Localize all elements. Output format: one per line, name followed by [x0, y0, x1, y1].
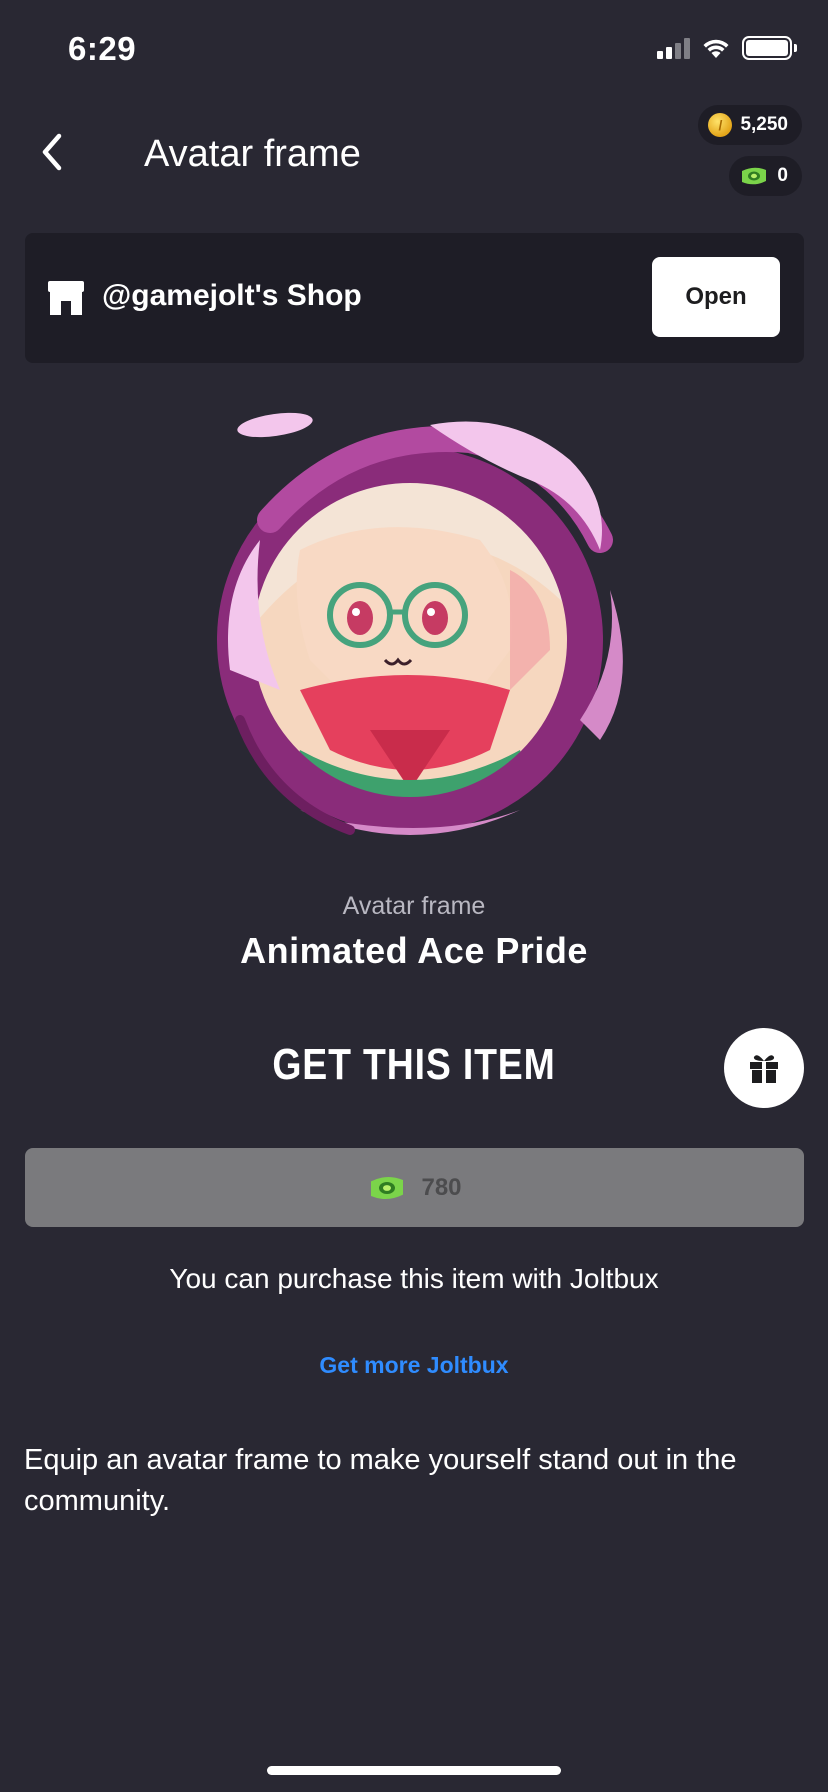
open-shop-button[interactable]: Open [652, 257, 780, 337]
screen: 6:29 Avatar frame / 5,250 0 @gamejolt's … [0, 0, 828, 1792]
home-indicator[interactable] [267, 1766, 561, 1775]
joltbux-icon [742, 167, 767, 185]
wifi-icon [703, 39, 729, 58]
item-price: 780 [421, 1173, 462, 1201]
get-more-joltbux-link[interactable]: Get more Joltbux [0, 1352, 828, 1379]
item-name: Animated Ace Pride [240, 930, 588, 971]
joltbux-balance[interactable]: 0 [729, 156, 802, 196]
get-item-heading: GET THIS ITEM [272, 1040, 556, 1089]
gift-icon [750, 1055, 778, 1083]
purchase-note: You can purchase this item with Joltbux [169, 1263, 659, 1294]
item-type-label: Avatar frame [342, 892, 486, 920]
coin-icon: / [708, 113, 733, 137]
shop-name: @gamejolt's Shop [102, 279, 362, 312]
signal-icon [657, 37, 690, 59]
status-icons [657, 36, 797, 60]
back-arrow-icon [42, 133, 62, 171]
coin-amount: 5,250 [740, 114, 788, 135]
coin-balance[interactable]: / 5,250 [698, 105, 802, 145]
item-description: Equip an avatar frame to make yourself s… [24, 1444, 737, 1517]
battery-icon [742, 36, 797, 60]
gift-button[interactable] [724, 1028, 804, 1108]
page-title: Avatar frame [144, 133, 361, 175]
shop-icon [48, 281, 84, 315]
back-button[interactable] [22, 122, 82, 182]
avatar-frame-preview [217, 412, 623, 835]
joltbux-amount: 0 [777, 165, 788, 186]
status-time: 6:29 [68, 30, 137, 67]
joltbux-icon [371, 1176, 404, 1199]
shop-bar: @gamejolt's Shop Open [25, 233, 804, 363]
buy-with-joltbux-button[interactable]: 780 [25, 1148, 804, 1227]
